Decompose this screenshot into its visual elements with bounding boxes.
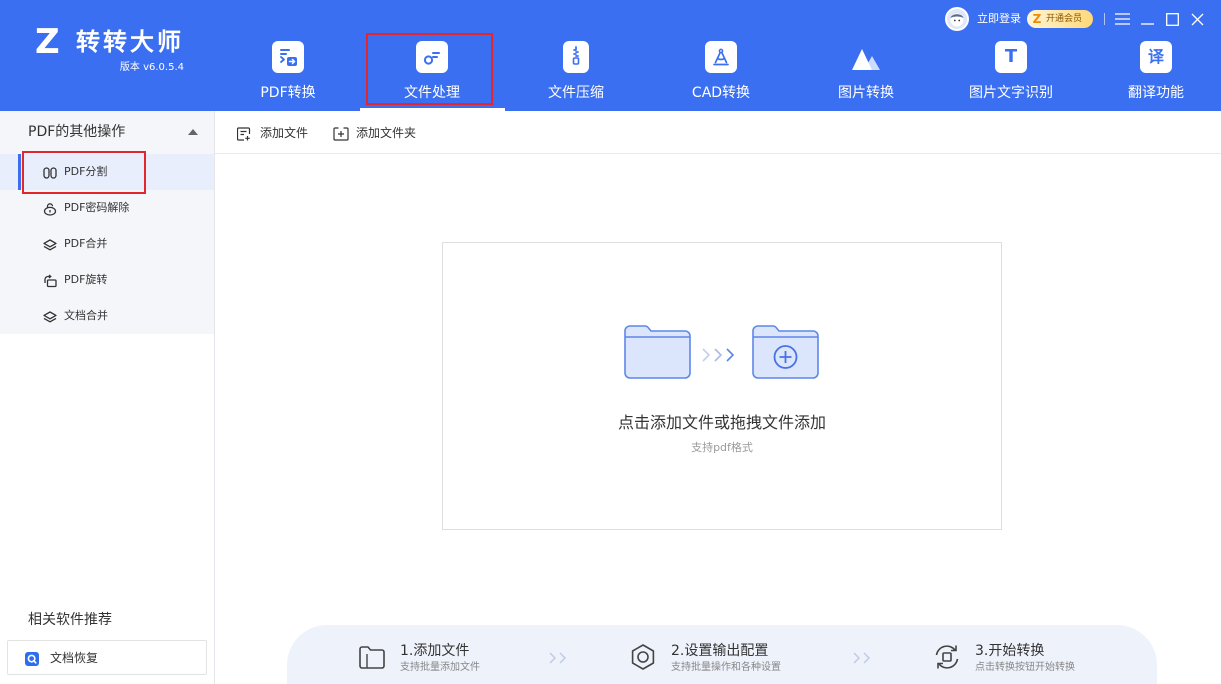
tab-pdf-convert[interactable]: PDF转换 bbox=[223, 0, 353, 111]
image-convert-icon bbox=[850, 41, 882, 73]
recommend-item-label: 文档恢复 bbox=[50, 651, 99, 665]
tab-label: 图片文字识别 bbox=[969, 85, 1053, 101]
top-header: Z 转转大师 版本 v6.0.5.4 PDF转换 文件处理 文件压缩 CAD转换… bbox=[0, 0, 1221, 111]
file-process-icon bbox=[416, 41, 448, 73]
ocr-icon: T bbox=[995, 41, 1027, 73]
settings-ring-icon bbox=[628, 642, 658, 672]
sidebar-section-header[interactable]: PDF的其他操作 bbox=[0, 111, 214, 154]
add-file-button[interactable]: 添加文件 bbox=[236, 111, 313, 153]
tab-image-convert[interactable]: 图片转换 bbox=[801, 0, 931, 111]
maximize-icon[interactable] bbox=[1164, 11, 1180, 27]
ocr-icon-glyph: T bbox=[1004, 46, 1018, 67]
add-folder-icon bbox=[333, 126, 349, 141]
sidebar-item-label: 文档合并 bbox=[64, 309, 108, 322]
sidebar-section: PDF的其他操作 PDF分割 PDF密码解除 PDF合并 PDF旋转 文档合并 bbox=[0, 111, 214, 334]
user-avatar-icon[interactable] bbox=[944, 6, 970, 32]
rotate-icon bbox=[43, 273, 57, 288]
add-folder-button[interactable]: 添加文件夹 bbox=[333, 111, 423, 153]
tab-file-process[interactable]: 文件处理 bbox=[360, 0, 505, 111]
unlock-icon bbox=[43, 201, 57, 216]
sidebar-item-pdf-rotate[interactable]: PDF旋转 bbox=[0, 262, 214, 298]
convert-cycle-icon bbox=[932, 642, 962, 672]
app-version: 版本 v6.0.5.4 bbox=[119, 62, 184, 73]
split-icon bbox=[43, 165, 57, 179]
merge-layers-icon bbox=[43, 309, 57, 323]
vip-label: 开通会员 bbox=[1046, 14, 1083, 24]
collapse-triangle-icon[interactable] bbox=[188, 129, 198, 135]
tab-label: 文件压缩 bbox=[548, 85, 604, 101]
sidebar-item-pdf-split[interactable]: PDF分割 bbox=[0, 154, 214, 190]
tab-label: PDF转换 bbox=[260, 85, 316, 101]
vip-logo-icon: Z bbox=[1032, 12, 1042, 26]
menu-icon[interactable] bbox=[1114, 11, 1130, 27]
sidebar-item-label: PDF分割 bbox=[64, 165, 108, 178]
dropzone-title: 点击添加文件或拖拽文件添加 bbox=[617, 413, 826, 432]
dropzone-subtitle: 支持pdf格式 bbox=[691, 441, 753, 454]
step-title: 3.开始转换 bbox=[975, 643, 1045, 659]
add-file-label: 添加文件 bbox=[260, 126, 309, 140]
recommend-title: 相关软件推荐 bbox=[28, 612, 112, 628]
app-window: Z 转转大师 版本 v6.0.5.4 PDF转换 文件处理 文件压缩 CAD转换… bbox=[0, 0, 1221, 684]
header-divider bbox=[1104, 13, 1105, 25]
cad-convert-icon bbox=[705, 41, 737, 73]
sidebar-item-doc-merge[interactable]: 文档合并 bbox=[0, 298, 214, 334]
tab-label: 图片转换 bbox=[838, 85, 894, 101]
sidebar-item-pdf-unlock[interactable]: PDF密码解除 bbox=[0, 190, 214, 226]
add-folder-plus-icon bbox=[749, 322, 821, 382]
sidebar-item-pdf-merge[interactable]: PDF合并 bbox=[0, 226, 214, 262]
step-desc: 支持批量添加文件 bbox=[400, 662, 480, 673]
pdf-convert-icon bbox=[272, 41, 304, 73]
chevrons-right-icon bbox=[701, 347, 739, 363]
active-indicator bbox=[18, 154, 21, 190]
step-desc: 支持批量操作和各种设置 bbox=[671, 662, 781, 673]
tab-label: 翻译功能 bbox=[1128, 85, 1184, 101]
sidebar: PDF的其他操作 PDF分割 PDF密码解除 PDF合并 PDF旋转 文档合并 … bbox=[0, 111, 215, 684]
add-folder-label: 添加文件夹 bbox=[356, 126, 417, 140]
app-name: 转转大师 bbox=[76, 28, 184, 56]
tab-file-compress[interactable]: 文件压缩 bbox=[511, 0, 641, 111]
step-desc: 点击转换按钮开始转换 bbox=[975, 662, 1075, 673]
folder-icon bbox=[621, 322, 693, 382]
step-title: 1.添加文件 bbox=[400, 643, 470, 659]
logo-mark: Z bbox=[35, 22, 60, 62]
sidebar-item-label: PDF旋转 bbox=[64, 273, 108, 286]
close-icon[interactable] bbox=[1189, 11, 1205, 27]
sidebar-item-label: PDF密码解除 bbox=[64, 201, 130, 214]
file-compress-icon bbox=[563, 41, 589, 73]
sidebar-item-label: PDF合并 bbox=[64, 237, 108, 250]
recommend-item-doc-recovery[interactable]: 文档恢复 bbox=[7, 640, 207, 675]
file-dropzone[interactable]: 点击添加文件或拖拽文件添加 支持pdf格式 bbox=[442, 242, 1002, 530]
merge-layers-icon bbox=[43, 237, 57, 251]
steps-panel: 1.添加文件 支持批量添加文件 2.设置输出配置 支持批量操作和各种设置 3.开… bbox=[287, 625, 1157, 684]
translate-icon: 译 bbox=[1140, 41, 1172, 73]
recovery-app-icon bbox=[25, 651, 39, 666]
sidebar-section-title: PDF的其他操作 bbox=[28, 124, 126, 140]
step-title: 2.设置输出配置 bbox=[671, 643, 769, 659]
add-file-icon bbox=[236, 126, 251, 141]
folder-outline-icon bbox=[357, 642, 387, 672]
main-toolbar: 添加文件 添加文件夹 bbox=[215, 111, 1221, 154]
tab-label: 文件处理 bbox=[404, 85, 460, 101]
minimize-icon[interactable] bbox=[1139, 11, 1155, 27]
vip-button[interactable]: Z 开通会员 bbox=[1027, 10, 1093, 28]
login-link[interactable]: 立即登录 bbox=[977, 11, 1021, 27]
translate-icon-glyph: 译 bbox=[1147, 47, 1164, 66]
chevron-double-right-icon bbox=[548, 650, 570, 664]
chevron-double-right-icon bbox=[852, 650, 874, 664]
tab-label: CAD转换 bbox=[691, 85, 751, 101]
tab-cad-convert[interactable]: CAD转换 bbox=[656, 0, 786, 111]
